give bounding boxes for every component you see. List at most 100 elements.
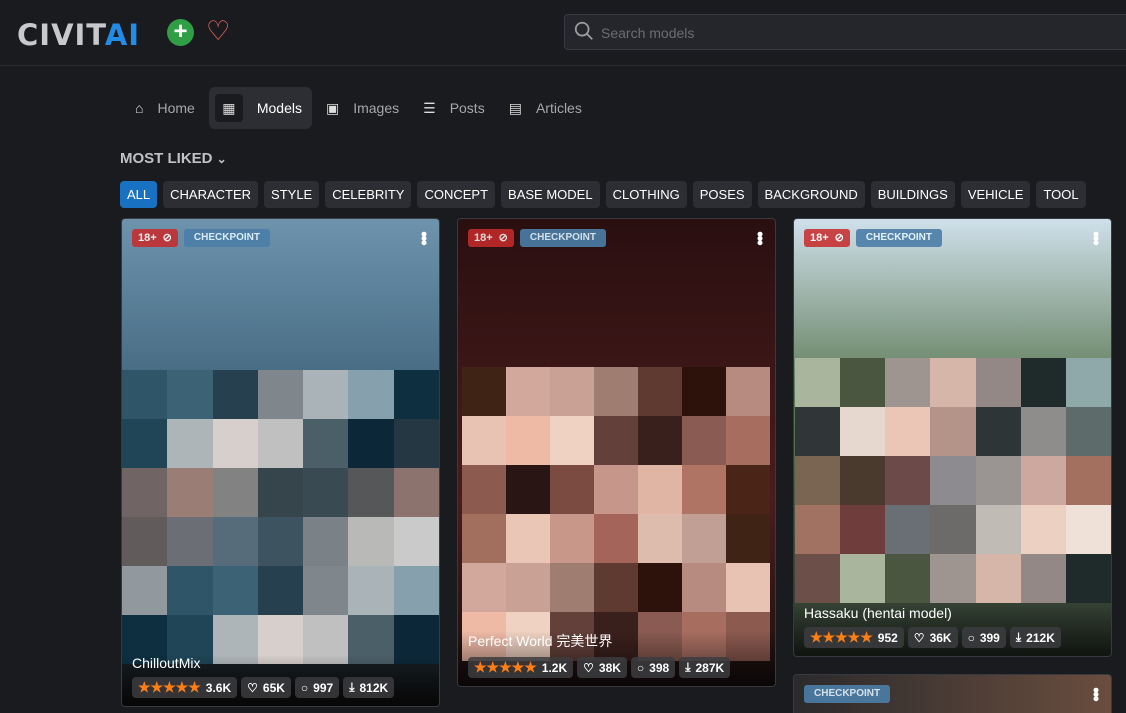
home-icon: ⌂ xyxy=(135,100,144,116)
download-icon: ⤓ xyxy=(685,660,691,674)
star-rating-icon: ★★★★★ xyxy=(138,679,201,695)
nsfw-badge[interactable]: 18+ ⊘ xyxy=(468,229,514,247)
downloads-count: 212K xyxy=(1026,630,1055,645)
category-chip[interactable]: BASE MODEL xyxy=(501,181,600,208)
likes-stat: ♡ 38K xyxy=(577,657,627,678)
downloads-count: 812K xyxy=(359,680,389,695)
category-chip[interactable]: CLOTHING xyxy=(605,181,687,208)
rating-stat: ★★★★★ 1.2K xyxy=(468,657,574,678)
blurred-preview-image xyxy=(795,358,1111,603)
nav-label: Images xyxy=(353,100,400,116)
category-chip[interactable]: BACKGROUND xyxy=(757,181,865,208)
nav-label: Articles xyxy=(535,100,582,116)
rating-count: 1.2K xyxy=(541,660,568,675)
likes-count: 36K xyxy=(929,630,952,645)
heart-icon: ♡ xyxy=(583,660,594,675)
model-card[interactable]: 18+ ⊘ CHECKPOINT ••• ChilloutMix ★★★★★ 3.6K… xyxy=(121,218,440,707)
comment-icon: ○ xyxy=(636,660,645,675)
category-filter: ALL CHARACTER STYLE CELEBRITY CONCEPT BASE MO… xyxy=(120,181,1120,208)
nav-articles[interactable]: ▤ Articles xyxy=(499,87,592,129)
category-chip[interactable]: POSES xyxy=(692,181,752,208)
more-options-icon[interactable]: ••• xyxy=(1086,687,1106,700)
posts-icon: ☰ xyxy=(423,99,436,116)
more-options-icon[interactable]: ••• xyxy=(750,231,770,244)
downloads-stat: ⤓ 287K xyxy=(679,657,731,678)
likes-count: 65K xyxy=(262,680,285,695)
heart-icon: ♡ xyxy=(913,630,925,645)
category-chip[interactable]: STYLE xyxy=(264,181,320,208)
comments-count: 997 xyxy=(313,680,334,695)
likes-count: 38K xyxy=(598,660,621,675)
heart-icon: ♡ xyxy=(247,680,258,695)
category-chip[interactable]: TOOL xyxy=(1036,181,1086,208)
sort-dropdown[interactable]: MOST LIKED ⌄ xyxy=(120,150,227,167)
nav-posts[interactable]: ☰ Posts xyxy=(413,87,495,129)
logo-text: CIVIT xyxy=(17,18,105,52)
nav-images[interactable]: ▣ Images xyxy=(316,87,409,129)
chevron-down-icon: ⌄ xyxy=(216,152,227,166)
search-icon xyxy=(574,21,593,40)
main-nav: ⌂ Home ▦ Models ▣ Images ☰ Posts ▤ Articles xyxy=(125,87,592,129)
header: CIVITAI + ♡ Search models xyxy=(0,0,1126,66)
type-badge: CHECKPOINT xyxy=(804,685,891,703)
rating-count: 952 xyxy=(877,630,898,645)
article-icon: ▤ xyxy=(508,99,522,116)
star-rating-icon: ★★★★★ xyxy=(474,659,537,675)
nav-label: Models xyxy=(256,100,302,116)
model-card[interactable]: CHECKPOINT ••• xyxy=(793,674,1112,713)
model-name: Hassaku (hentai model) xyxy=(804,605,952,621)
star-rating-icon: ★★★★★ xyxy=(810,629,873,645)
category-chip[interactable]: CELEBRITY xyxy=(325,181,412,208)
comments-stat: ○ 399 xyxy=(961,627,1006,648)
category-chip[interactable]: CHARACTER xyxy=(163,181,259,208)
nsfw-label: 18+ xyxy=(138,232,157,244)
downloads-stat: ⤓ 212K xyxy=(1009,627,1061,648)
nav-label: Home xyxy=(157,100,195,116)
nsfw-label: 18+ xyxy=(810,232,829,244)
category-chip[interactable]: BUILDINGS xyxy=(870,181,955,208)
blurred-preview-image xyxy=(122,370,439,664)
nav-label: Posts xyxy=(449,100,485,116)
sort-label: MOST LIKED xyxy=(120,150,213,167)
comments-stat: ○ 997 xyxy=(294,677,340,698)
civitai-logo[interactable]: CIVITAI xyxy=(17,18,140,52)
model-name: Perfect World 完美世界 xyxy=(468,633,613,649)
model-card[interactable]: 18+ ⊘ CHECKPOINT ••• Perfect World 完美世界 ★★… xyxy=(457,218,776,687)
model-card[interactable]: 18+ ⊘ CHECKPOINT ••• Hassaku (hentai model… xyxy=(793,218,1112,657)
model-name: ChilloutMix xyxy=(132,655,201,671)
comment-icon: ○ xyxy=(300,680,309,695)
eye-off-icon: ⊘ xyxy=(834,232,844,244)
nav-home[interactable]: ⌂ Home xyxy=(125,87,205,129)
grid-icon: ▦ xyxy=(214,94,243,122)
rating-stat: ★★★★★ 952 xyxy=(804,627,904,648)
eye-off-icon: ⊘ xyxy=(498,232,508,244)
search-input[interactable]: Search models xyxy=(564,14,1126,50)
rating-count: 3.6K xyxy=(205,680,232,695)
likes-stat: ♡ 36K xyxy=(907,627,958,648)
category-chip[interactable]: CONCEPT xyxy=(417,181,496,208)
create-plus-icon[interactable]: + xyxy=(167,19,194,46)
image-icon: ▣ xyxy=(325,99,340,116)
type-badge: CHECKPOINT xyxy=(855,229,943,247)
type-badge: CHECKPOINT xyxy=(519,229,607,247)
download-icon: ⤓ xyxy=(1015,630,1022,644)
heart-icon[interactable]: ♡ xyxy=(206,16,230,47)
more-options-icon[interactable]: ••• xyxy=(414,231,434,244)
comments-count: 399 xyxy=(979,630,1000,645)
rating-stat: ★★★★★ 3.6K xyxy=(132,677,238,698)
nsfw-badge[interactable]: 18+ ⊘ xyxy=(804,229,850,247)
comment-icon: ○ xyxy=(967,630,975,645)
eye-off-icon: ⊘ xyxy=(162,232,172,244)
blurred-preview-image xyxy=(462,367,770,661)
nsfw-badge[interactable]: 18+ ⊘ xyxy=(132,229,178,247)
nav-models[interactable]: ▦ Models xyxy=(208,87,312,129)
category-chip[interactable]: VEHICLE xyxy=(960,181,1031,208)
comments-count: 398 xyxy=(649,660,670,675)
type-badge: CHECKPOINT xyxy=(183,229,271,247)
download-icon: ⤓ xyxy=(349,680,355,694)
comments-stat: ○ 398 xyxy=(630,657,676,678)
logo-text-accent: AI xyxy=(104,18,141,52)
downloads-stat: ⤓ 812K xyxy=(343,677,395,698)
category-chip[interactable]: ALL xyxy=(120,181,158,208)
more-options-icon[interactable]: ••• xyxy=(1086,231,1106,244)
